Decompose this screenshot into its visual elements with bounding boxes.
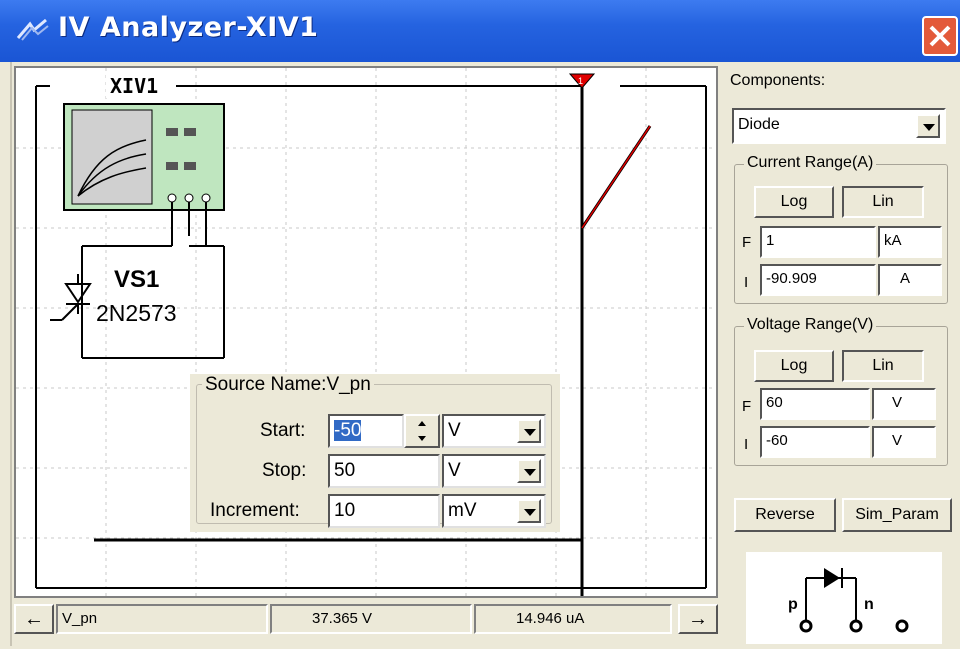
voltage-lin-button[interactable]: Lin [842,350,924,382]
chevron-down-icon[interactable] [517,419,541,443]
current-log-button[interactable]: Log [754,186,834,218]
increment-unit-select[interactable]: mV [442,494,546,528]
voltage-final-input[interactable]: 60 [760,388,870,420]
current-i-label: I [744,274,749,291]
components-select[interactable]: Diode [732,108,946,144]
spinner-icon [418,421,426,441]
status-voltage: 37.365 V [270,604,472,634]
current-initial-input[interactable]: -90.909 [760,264,876,296]
close-button[interactable] [922,16,958,56]
diode-symbol-icon [799,568,909,633]
status-variable: V_pn [56,604,268,634]
voltage-f-label: F [742,398,752,415]
close-icon [929,25,951,47]
title-bar: IV Analyzer-XIV1 [0,0,960,62]
current-range-title: Current Range(A) [744,154,877,172]
start-spinner[interactable] [404,414,440,448]
scroll-right-button[interactable]: → [678,604,718,634]
scr-symbol [50,274,92,321]
svg-text:1: 1 [578,76,583,86]
iv-plot[interactable]: 1 XIV1 VS1 2N2573 Source Name:V_pn Start… [14,66,718,598]
current-lin-button[interactable]: Lin [842,186,924,218]
voltage-range-title: Voltage Range(V) [744,316,877,334]
source-title: Source Name:V_pn [202,374,374,396]
current-final-unit[interactable]: kA [878,226,942,258]
pin-n-label: n [864,596,874,613]
stop-input[interactable]: 50 [328,454,440,488]
arrow-left-icon: ← [24,608,44,630]
increment-input[interactable]: 10 [328,494,440,528]
device-name: VS1 [114,266,160,293]
chevron-down-icon[interactable] [916,114,940,138]
stop-label: Stop: [262,460,307,481]
stop-unit-select[interactable]: V [442,454,546,488]
scroll-left-button[interactable]: ← [14,604,54,634]
arrow-right-icon: → [688,608,708,630]
iv-analyzer-icon [16,18,49,41]
current-f-label: F [742,234,752,251]
status-current: 14.946 uA [474,604,672,634]
pin-p-label: p [788,596,798,613]
increment-label: Increment: [210,500,300,521]
status-bar: ← V_pn 37.365 V 14.946 uA → [14,604,722,638]
voltage-initial-input[interactable]: -60 [760,426,870,458]
voltage-log-button[interactable]: Log [754,350,834,382]
device-model: 2N2573 [96,300,177,326]
chevron-down-icon[interactable] [517,459,541,483]
current-initial-unit[interactable]: A [878,264,942,296]
sim-param-button[interactable]: Sim_Param [842,498,952,532]
window-title: IV Analyzer-XIV1 [58,12,319,43]
chevron-down-icon[interactable] [517,499,541,523]
start-input[interactable]: -50 [328,414,404,448]
source-panel: Source Name:V_pn Start: -50 V Stop: 50 V… [190,374,560,532]
start-label: Start: [260,420,306,441]
voltage-final-unit[interactable]: V [872,388,936,420]
instrument-label: XIV1 [106,74,163,98]
current-final-input[interactable]: 1 [760,226,876,258]
voltage-initial-unit[interactable]: V [872,426,936,458]
device-pin-diagram: p n [746,552,942,644]
voltage-i-label: I [744,436,749,453]
iv-analyzer-instrument[interactable] [63,103,225,211]
reverse-button[interactable]: Reverse [734,498,836,532]
start-unit-select[interactable]: V [442,414,546,448]
components-label: Components: [730,72,826,89]
